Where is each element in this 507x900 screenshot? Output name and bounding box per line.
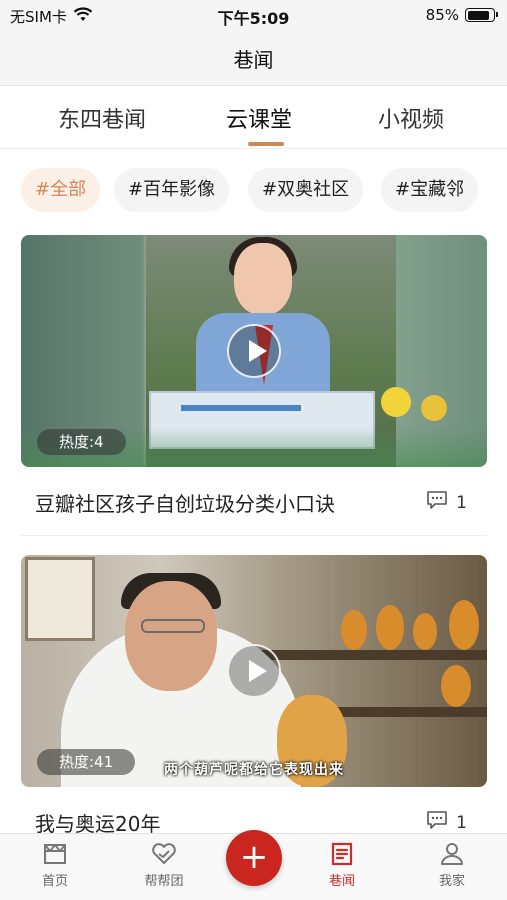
nav-header: 巷闻	[0, 30, 507, 86]
nav-home-label: 首页	[41, 874, 68, 889]
person-icon	[441, 843, 463, 865]
thumbnail-art	[341, 610, 367, 650]
nav-help-group[interactable]: 帮帮团	[124, 842, 204, 889]
nav-home[interactable]: 首页	[15, 842, 95, 889]
hashtag-filter-row: #全部 #百年影像 #双奥社区 #宝藏邻	[0, 168, 507, 214]
battery-icon	[465, 8, 498, 22]
tab-cloud-classroom[interactable]: 云课堂	[226, 102, 292, 134]
comment-count[interactable]: 1	[426, 810, 467, 835]
comment-icon	[426, 490, 448, 515]
thumbnail-art	[125, 581, 217, 691]
thumbnail-art	[441, 665, 471, 707]
nav-help-group-label: 帮帮团	[144, 874, 184, 889]
tabs-divider	[0, 148, 507, 149]
nav-news-label: 巷闻	[328, 874, 355, 889]
thumbnail-art	[449, 600, 479, 650]
chip-century-images[interactable]: #百年影像	[114, 168, 230, 212]
thumbnail-art	[141, 619, 205, 633]
home-icon	[44, 844, 66, 864]
play-icon[interactable]	[227, 324, 281, 378]
thumbnail-art	[234, 243, 292, 315]
thumbnail-art	[376, 605, 404, 650]
video-title[interactable]: 豆瓣社区孩子自创垃圾分类小口诀	[35, 488, 335, 517]
chip-all[interactable]: #全部	[21, 168, 101, 212]
chip-dual-olympic-community[interactable]: #双奥社区	[248, 168, 364, 212]
heat-badge: 热度:4	[37, 429, 126, 455]
nav-my-home-label: 我家	[438, 874, 465, 889]
nav-my-home[interactable]: 我家	[412, 842, 492, 889]
video-thumbnail[interactable]: 热度:4	[21, 235, 487, 467]
nav-news[interactable]: 巷闻	[302, 842, 382, 889]
page-title: 巷闻	[233, 48, 274, 72]
plus-icon[interactable]: +	[226, 830, 282, 886]
thumbnail-art	[25, 557, 95, 641]
play-icon[interactable]	[227, 644, 281, 698]
chip-treasure-neighbor[interactable]: #宝藏邻	[381, 168, 479, 212]
comment-count[interactable]: 1	[426, 490, 467, 515]
video-thumbnail[interactable]: 两个葫芦呢都给它表现出来 热度:41	[21, 555, 487, 787]
heart-hand-icon	[152, 843, 176, 864]
thumbnail-art	[181, 405, 301, 411]
bottom-tab-bar: 首页 帮帮团 + 巷闻 我家	[0, 830, 507, 900]
comment-count-value: 1	[456, 812, 467, 833]
thumbnail-art	[413, 613, 437, 650]
tab-short-video[interactable]: 小视频	[378, 102, 444, 134]
card-divider	[21, 535, 487, 536]
battery-percent: 85%	[425, 6, 459, 24]
thumbnail-art	[381, 387, 411, 417]
active-tab-indicator	[248, 142, 284, 146]
content-tabs: 东四巷闻 云课堂 小视频	[0, 86, 507, 148]
thumbnail-art	[421, 395, 447, 421]
comment-icon	[426, 810, 448, 835]
news-icon	[331, 842, 353, 866]
comment-count-value: 1	[456, 492, 467, 513]
tab-dongsi-news[interactable]: 东四巷闻	[58, 102, 146, 134]
status-bar: 无SIM卡 下午5:09 85%	[0, 0, 507, 30]
heat-badge: 热度:41	[37, 749, 136, 775]
status-right: 85%	[425, 6, 498, 24]
